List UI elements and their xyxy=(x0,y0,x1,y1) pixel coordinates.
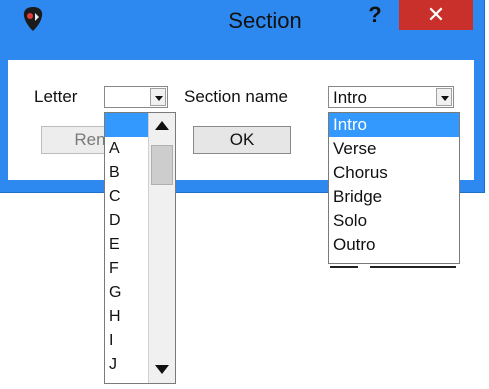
close-button[interactable]: ✕ xyxy=(399,0,473,30)
letter-dropdown-list[interactable]: A B C D E F G H I J xyxy=(104,112,176,384)
letter-option[interactable]: D xyxy=(105,209,149,233)
letter-option[interactable]: I xyxy=(105,329,149,353)
section-option[interactable]: Chorus xyxy=(329,161,459,185)
divider xyxy=(370,266,456,268)
section-name-label: Section name xyxy=(184,87,288,106)
section-option[interactable]: Intro xyxy=(329,113,459,137)
letter-list-scrollbar[interactable] xyxy=(148,113,175,383)
window-title: Section xyxy=(228,8,302,33)
letter-option[interactable]: C xyxy=(105,185,149,209)
section-option[interactable]: Verse xyxy=(329,137,459,161)
section-option[interactable]: Bridge xyxy=(329,185,459,209)
chevron-down-icon[interactable] xyxy=(436,88,452,106)
guitar-pick-icon xyxy=(23,7,43,31)
letter-option[interactable]: J xyxy=(105,353,149,377)
letter-option[interactable]: A xyxy=(105,137,149,161)
ok-button[interactable]: OK xyxy=(193,126,291,154)
titlebar: Section ? ✕ xyxy=(0,0,484,44)
letter-option[interactable]: G xyxy=(105,281,149,305)
letter-label: Letter xyxy=(34,87,78,106)
section-option[interactable]: Solo xyxy=(329,209,459,233)
letter-option[interactable]: F xyxy=(105,257,149,281)
help-button[interactable]: ? xyxy=(362,2,388,28)
divider xyxy=(330,266,358,268)
letter-option[interactable]: B xyxy=(105,161,149,185)
letter-option[interactable]: E xyxy=(105,233,149,257)
letter-option[interactable] xyxy=(105,113,149,137)
section-name-combobox-value: Intro xyxy=(333,88,368,107)
section-option[interactable]: Outro xyxy=(329,233,459,257)
scrollbar-thumb[interactable] xyxy=(151,145,173,185)
letter-option[interactable]: H xyxy=(105,305,149,329)
arrow-down-icon[interactable] xyxy=(149,357,175,383)
section-name-dropdown-list[interactable]: Intro Verse Chorus Bridge Solo Outro xyxy=(328,112,460,264)
chevron-down-icon[interactable] xyxy=(150,88,166,106)
section-name-combobox[interactable]: Intro xyxy=(328,86,454,108)
letter-combobox[interactable] xyxy=(104,86,168,108)
arrow-up-icon[interactable] xyxy=(149,113,175,139)
